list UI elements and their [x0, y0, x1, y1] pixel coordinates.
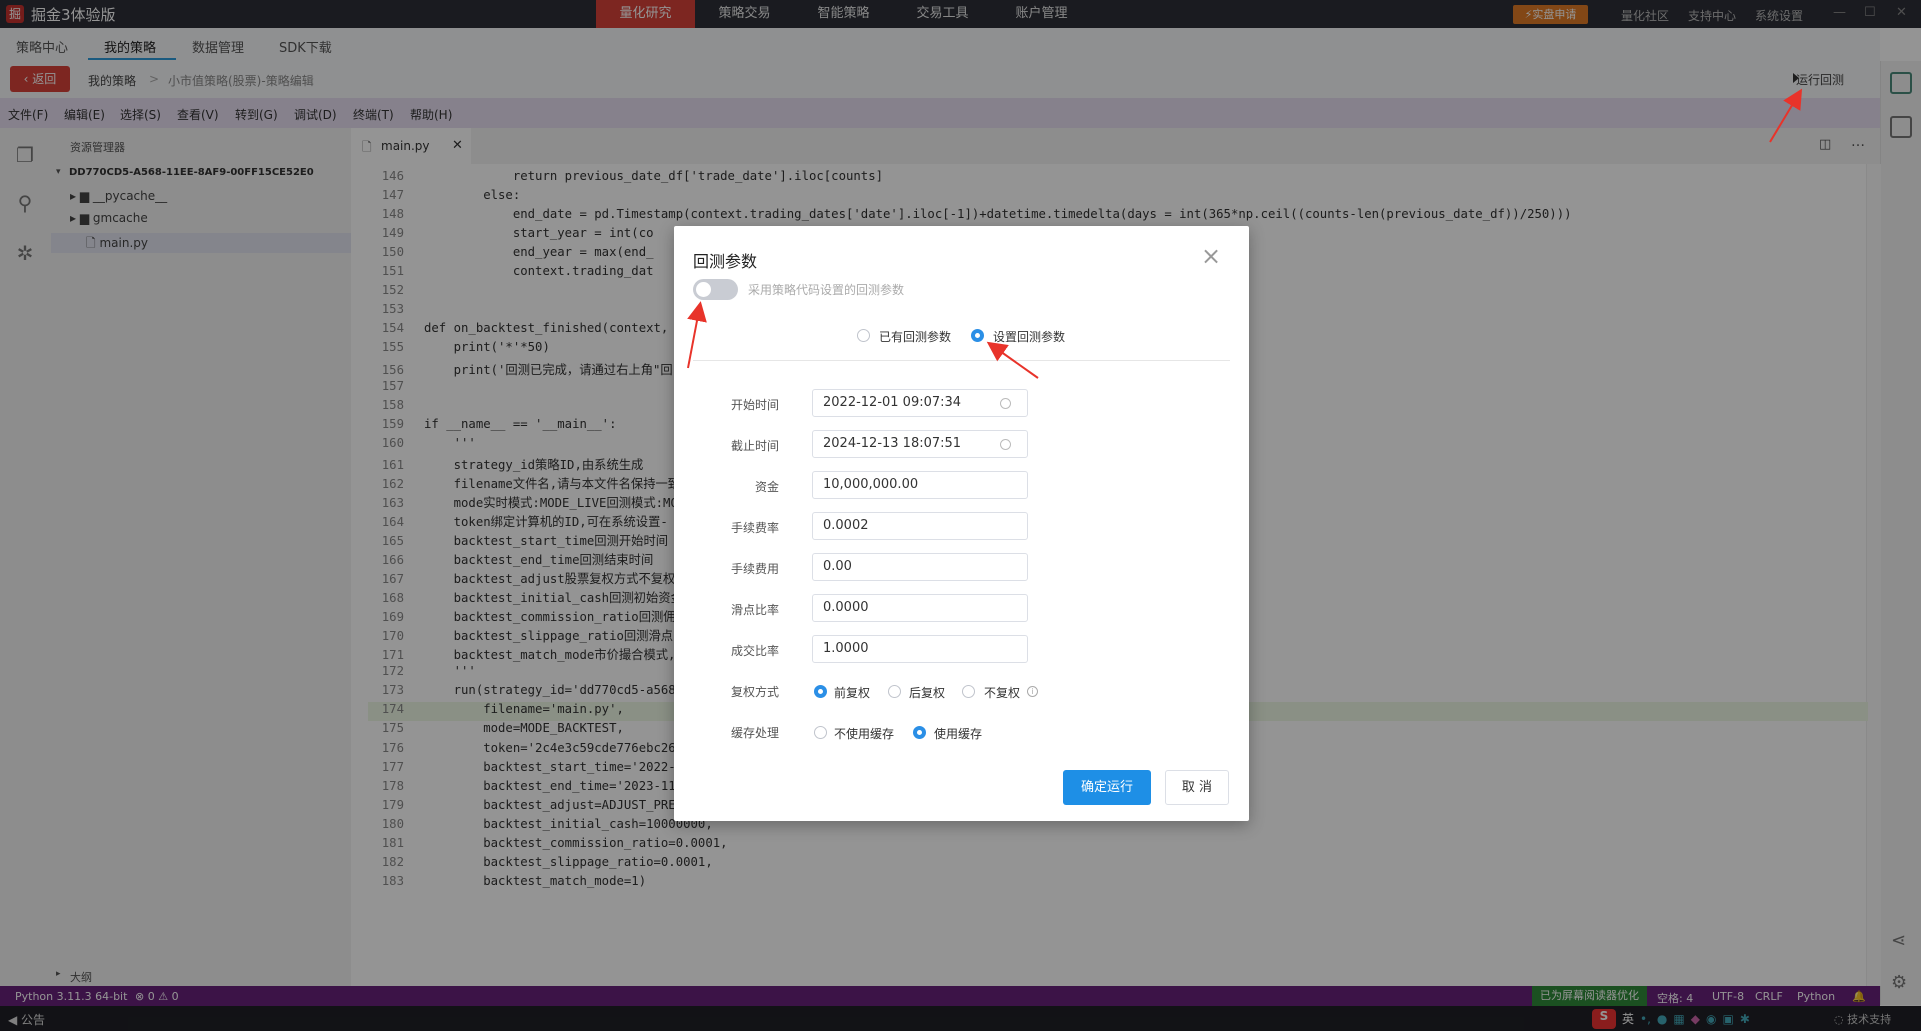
annotation-arrow-set-params [986, 341, 1039, 379]
annotation-arrows [687, 88, 1803, 379]
annotation-arrow-run-backtest [1769, 88, 1803, 143]
annotation-arrow-toggle [687, 301, 707, 369]
